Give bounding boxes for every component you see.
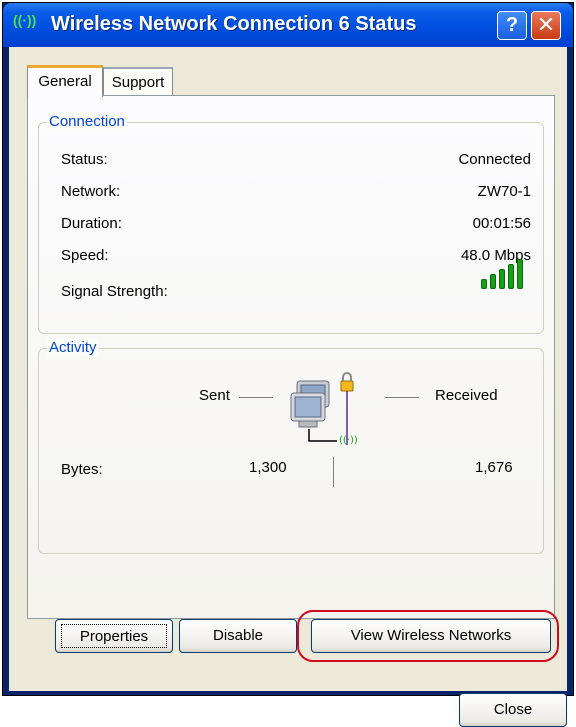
signal-bar xyxy=(481,279,487,289)
bytes-sent-value: 1,300 xyxy=(249,459,287,476)
disable-button[interactable]: Disable xyxy=(179,619,297,653)
received-line xyxy=(385,397,419,398)
signal-strength-icon xyxy=(481,259,529,289)
wireless-icon: ((·)) xyxy=(13,12,37,28)
activity-divider xyxy=(333,457,334,487)
received-label: Received xyxy=(435,387,498,404)
signal-bar xyxy=(508,264,514,289)
highlight-circle xyxy=(297,610,559,662)
general-tab-panel: Connection Status: Connected Network: ZW… xyxy=(27,95,555,619)
close-button[interactable]: Close xyxy=(459,693,567,727)
tab-general[interactable]: General xyxy=(27,65,103,97)
speed-label: Speed: xyxy=(61,247,109,264)
activity-group: Activity Sent ((·)) Received Bytes: 1,30… xyxy=(38,339,544,554)
network-value: ZW70-1 xyxy=(477,183,531,200)
sent-line xyxy=(239,397,273,398)
connection-group: Connection Status: Connected Network: ZW… xyxy=(38,113,544,334)
signal-strength-label: Signal Strength: xyxy=(61,283,168,300)
network-computer-icon: ((·)) xyxy=(290,372,358,446)
activity-legend: Activity xyxy=(47,339,99,356)
close-window-button[interactable]: ✕ xyxy=(531,11,561,40)
properties-button[interactable]: Properties xyxy=(55,619,173,653)
connection-legend: Connection xyxy=(47,113,127,130)
svg-text:((·)): ((·)) xyxy=(339,435,358,446)
properties-button-label: Properties xyxy=(61,624,167,648)
status-label: Status: xyxy=(61,151,108,168)
signal-bar xyxy=(499,269,505,289)
dialog-body: General Support Connection Status: Conne… xyxy=(9,47,567,727)
signal-bar xyxy=(517,259,523,289)
status-value: Connected xyxy=(458,151,531,168)
tab-support[interactable]: Support xyxy=(103,67,173,95)
status-dialog: ((·)) Wireless Network Connection 6 Stat… xyxy=(2,2,574,727)
help-button[interactable]: ? xyxy=(497,11,527,40)
window-title: Wireless Network Connection 6 Status xyxy=(51,13,417,35)
signal-bar xyxy=(490,274,496,289)
duration-value: 00:01:56 xyxy=(472,215,531,232)
duration-label: Duration: xyxy=(61,215,122,232)
bytes-label: Bytes: xyxy=(61,461,103,478)
network-label: Network: xyxy=(61,183,121,200)
bytes-received-value: 1,676 xyxy=(475,459,513,476)
sent-label: Sent xyxy=(199,387,230,404)
title-bar[interactable]: ((·)) Wireless Network Connection 6 Stat… xyxy=(3,3,573,47)
